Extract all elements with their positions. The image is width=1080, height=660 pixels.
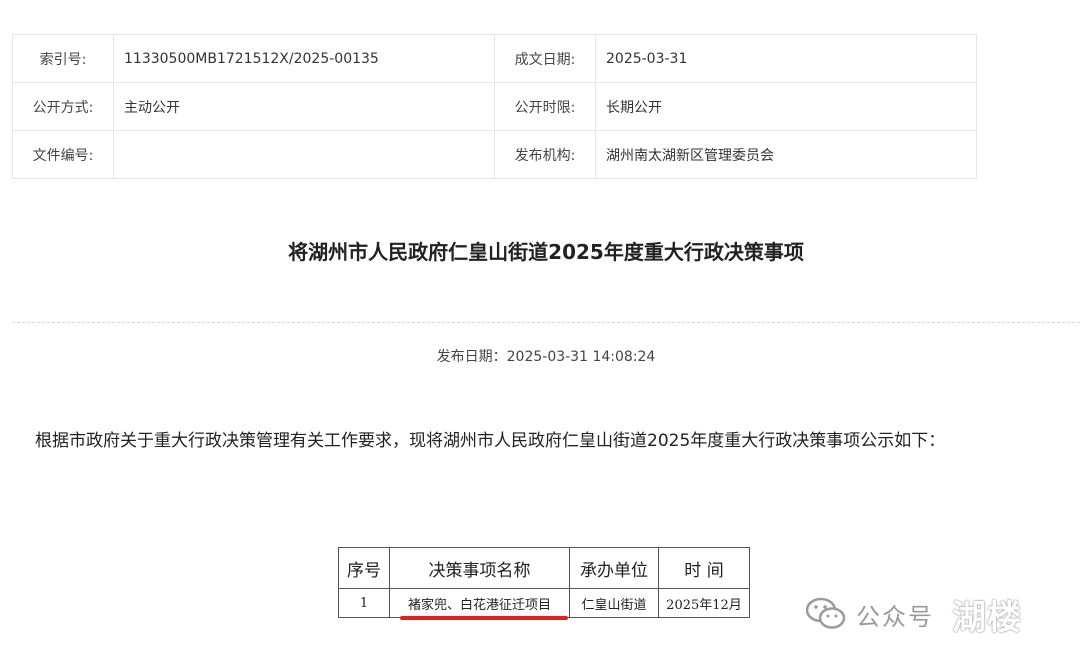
meta-value-method: 主动公开 <box>113 82 495 131</box>
header-unit: 承办单位 <box>569 547 659 589</box>
header-index: 序号 <box>338 547 390 589</box>
meta-value-date: 2025-03-31 <box>595 34 977 83</box>
red-underline-highlight <box>400 616 568 620</box>
meta-value-index: 11330500MB1721512X/2025-00135 <box>113 34 495 83</box>
meta-value-publisher: 湖州南太湖新区管理委员会 <box>595 130 977 179</box>
divider <box>12 322 1080 323</box>
meta-value-docno <box>113 130 495 179</box>
wechat-icon <box>806 597 846 629</box>
meta-value-period: 长期公开 <box>595 82 977 131</box>
publish-date: 发布日期：2025-03-31 14:08:24 <box>436 349 656 365</box>
header-name: 决策事项名称 <box>389 547 570 589</box>
document-meta-table: 索引号: 11330500MB1721512X/2025-00135 成文日期:… <box>12 34 977 179</box>
body-paragraph: 根据市政府关于重大行政决策管理有关工作要求，现将湖州市人民政府仁皇山街道2025… <box>35 431 946 451</box>
meta-label-publisher: 发布机构: <box>494 130 596 179</box>
watermark-text: 公众号 <box>856 602 934 631</box>
cell-index: 1 <box>338 588 390 618</box>
meta-label-method: 公开方式: <box>12 82 114 131</box>
cell-time: 2025年12月 <box>658 588 750 618</box>
page-title: 将湖州市人民政府仁皇山街道2025年度重大行政决策事项 <box>288 240 804 264</box>
meta-label-period: 公开时限: <box>494 82 596 131</box>
decision-table: 序号 决策事项名称 承办单位 时 间 1 褚家兜、白花港征迁项目 仁皇山街道 2… <box>338 547 750 618</box>
watermark: 公众号 湖楼 <box>806 590 1022 638</box>
watermark-brand: 湖楼 <box>952 597 1022 638</box>
cell-unit: 仁皇山街道 <box>569 588 659 618</box>
meta-label-docno: 文件编号: <box>12 130 114 179</box>
table-header-row: 序号 决策事项名称 承办单位 时 间 <box>338 547 750 589</box>
table-row: 1 褚家兜、白花港征迁项目 仁皇山街道 2025年12月 <box>338 588 750 618</box>
meta-label-date: 成文日期: <box>494 34 596 83</box>
meta-label-index: 索引号: <box>12 34 114 83</box>
meta-row: 索引号: 11330500MB1721512X/2025-00135 成文日期:… <box>12 34 977 83</box>
header-time: 时 间 <box>658 547 750 589</box>
meta-row: 文件编号: 发布机构: 湖州南太湖新区管理委员会 <box>12 130 977 179</box>
page: 索引号: 11330500MB1721512X/2025-00135 成文日期:… <box>0 0 1080 660</box>
meta-row: 公开方式: 主动公开 公开时限: 长期公开 <box>12 82 977 131</box>
cell-name: 褚家兜、白花港征迁项目 <box>389 588 570 618</box>
